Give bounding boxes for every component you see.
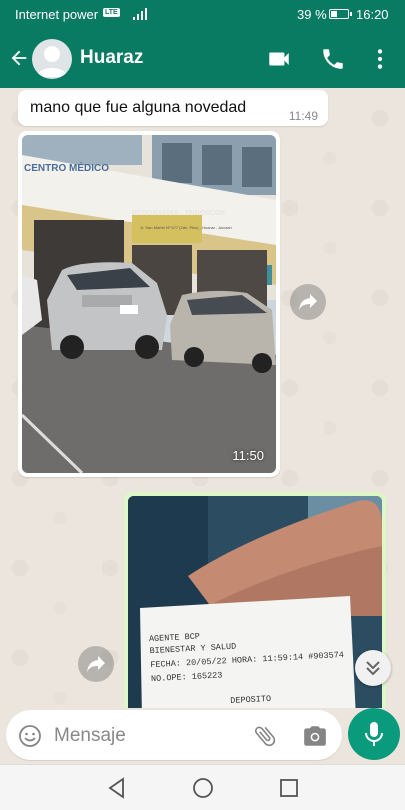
- video-call-icon[interactable]: [266, 46, 292, 72]
- image-message-outgoing[interactable]: AGENTE BCP BIENESTAR Y SALUD FECHA: 20/0…: [124, 492, 386, 708]
- message-placeholder: Mensaje: [54, 725, 126, 746]
- contact-name[interactable]: Huaraz: [80, 47, 143, 69]
- composer: Mensaje: [0, 708, 405, 764]
- street-photo[interactable]: CENTRO MÉDICO ECOGRAFÍAS - ENDOSCOP Jr. …: [22, 135, 276, 473]
- message-input[interactable]: Mensaje: [6, 710, 342, 760]
- forward-icon: [87, 656, 105, 672]
- message-time: 11:50: [232, 448, 264, 463]
- battery-icon: [329, 9, 352, 19]
- forward-button[interactable]: [290, 284, 326, 320]
- forward-button[interactable]: [78, 646, 114, 682]
- message-text: mano que fue alguna novedad: [30, 99, 247, 116]
- nav-recents-icon[interactable]: [278, 777, 300, 799]
- attach-icon[interactable]: [252, 723, 278, 749]
- phone-icon[interactable]: [320, 46, 346, 72]
- more-vert-icon[interactable]: [367, 46, 393, 72]
- receipt-photo[interactable]: AGENTE BCP BIENESTAR Y SALUD FECHA: 20/0…: [128, 496, 382, 708]
- lte-badge: LTE: [103, 8, 120, 17]
- nav-home-icon[interactable]: [192, 777, 214, 799]
- forward-icon: [299, 294, 317, 310]
- scroll-to-bottom-button[interactable]: [355, 650, 391, 686]
- avatar[interactable]: [32, 39, 72, 79]
- sign-main-text: CENTRO MÉDICO: [24, 161, 109, 174]
- message-time: 11:49: [288, 109, 318, 123]
- camera-icon[interactable]: [302, 723, 328, 749]
- chat-area[interactable]: mano que fue alguna novedad 11:49 CENTRO…: [0, 88, 405, 708]
- emoji-icon[interactable]: [18, 724, 42, 748]
- system-nav-bar: [0, 764, 405, 810]
- voice-record-button[interactable]: [348, 708, 400, 760]
- sign-sub-text: ECOGRAFÍAS - ENDOSCOP: [132, 208, 225, 217]
- sign-address-text: Jr. San Martín Nº 677 (2do. Piso) - Huar…: [140, 225, 232, 230]
- nav-back-icon[interactable]: [106, 777, 128, 799]
- microphone-icon: [365, 722, 383, 746]
- carrier-name: Internet power: [15, 7, 99, 22]
- receipt-line-5: DEPOSITO: [230, 694, 271, 706]
- status-bar: Internet power LTE 39 % 16:20: [0, 0, 405, 30]
- battery-percent: 39 %: [297, 7, 327, 22]
- double-chevron-down-icon: [366, 661, 380, 676]
- signal-icon: [133, 8, 147, 20]
- back-arrow-icon[interactable]: [8, 47, 30, 69]
- message-bubble-incoming[interactable]: mano que fue alguna novedad 11:49: [18, 90, 328, 126]
- image-message-incoming[interactable]: CENTRO MÉDICO ECOGRAFÍAS - ENDOSCOP Jr. …: [18, 131, 280, 477]
- chat-header: Huaraz: [0, 30, 405, 88]
- clock: 16:20: [356, 7, 389, 22]
